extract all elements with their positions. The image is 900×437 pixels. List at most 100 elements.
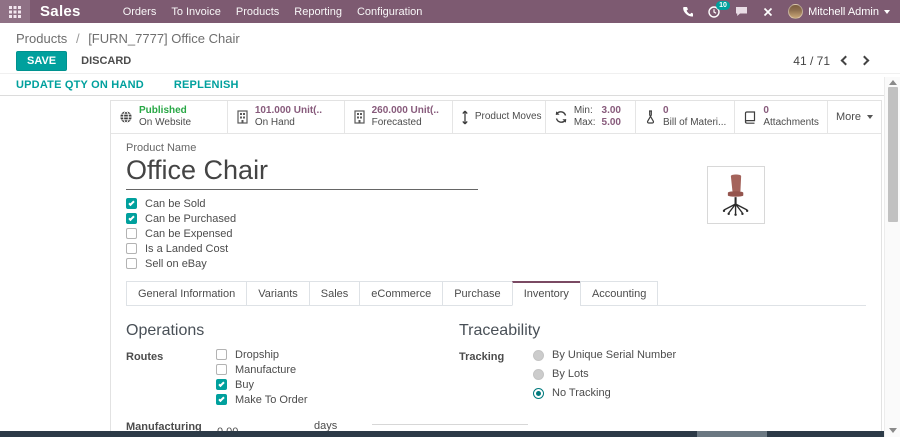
published-status: Published (139, 104, 187, 116)
inventory-tab-content: Operations Routes Dropship Manufacture B… (126, 306, 866, 437)
tracking-label: Tracking (459, 351, 505, 364)
book-icon (743, 110, 757, 124)
stat-button-product-moves[interactable]: Product Moves (453, 101, 546, 133)
globe-icon (119, 110, 133, 124)
apps-menu-button[interactable] (0, 0, 30, 23)
route-buy[interactable]: Buy (216, 379, 308, 391)
menu-to-invoice[interactable]: To Invoice (171, 6, 221, 18)
stat-button-website[interactable]: Published On Website (111, 101, 228, 133)
tab-accounting[interactable]: Accounting (579, 281, 659, 307)
messages-button[interactable] (735, 6, 748, 17)
product-image[interactable] (707, 166, 765, 224)
scroll-up-arrow[interactable] (889, 80, 897, 85)
radio-label: No Tracking (552, 387, 611, 400)
stat-button-forecasted[interactable]: 260.000 Unit(.. Forecasted (345, 101, 453, 133)
checkbox-can-be-expensed[interactable]: Can be Expensed (126, 228, 866, 240)
min-value: 3.00 (601, 104, 621, 116)
radio-icon (533, 368, 544, 380)
menu-orders[interactable]: Orders (123, 6, 157, 18)
checkbox-icon (126, 258, 137, 270)
flask-icon (644, 110, 657, 124)
checkbox-label: Sell on eBay (145, 257, 207, 270)
main-menu: Orders To Invoice Products Reporting Con… (123, 6, 423, 18)
horizontal-scrollbar-thumb[interactable] (697, 431, 767, 437)
systray: 10 Mitchell Admin (682, 0, 900, 19)
radio-by-unique-serial-number[interactable]: By Unique Serial Number (533, 349, 676, 361)
radio-no-tracking[interactable]: No Tracking (533, 387, 676, 399)
chevron-down-icon (884, 9, 890, 14)
replenish-button[interactable]: REPLENISH (174, 79, 239, 91)
refresh-icon (554, 110, 568, 124)
arrows-vertical-icon (461, 110, 469, 125)
max-value: 5.00 (601, 117, 621, 128)
checkbox-icon (216, 364, 227, 376)
product-name-input[interactable]: Office Chair (126, 155, 478, 191)
radio-by-lots[interactable]: By Lots (533, 368, 676, 380)
scroll-down-arrow[interactable] (889, 428, 897, 433)
route-manufacture[interactable]: Manufacture (216, 363, 308, 376)
stat-button-on-hand[interactable]: 101.000 Unit(.. On Hand (228, 101, 345, 133)
checkbox-sell-on-ebay[interactable]: Sell on eBay (126, 257, 866, 270)
route-label: Manufacture (235, 363, 297, 376)
route-dropship[interactable]: Dropship (216, 349, 308, 361)
menu-reporting[interactable]: Reporting (294, 6, 342, 18)
forecasted-label: Forecasted (371, 117, 422, 128)
stat-button-bill-of-materials[interactable]: 0 Bill of Materi... (636, 101, 736, 133)
route-label: Make To Order (235, 393, 308, 406)
vertical-scrollbar[interactable] (884, 77, 900, 437)
save-button[interactable]: SAVE (16, 50, 68, 71)
breadcrumb-current: [FURN_7777] Office Chair (88, 31, 240, 46)
breadcrumb-products-link[interactable]: Products (16, 31, 67, 46)
checkbox-icon (216, 379, 227, 391)
bom-count: 0 (662, 104, 669, 116)
more-label: More (835, 111, 861, 123)
x-mark-icon (763, 7, 773, 17)
stat-button-reordering-rules[interactable]: Min: 3.00 Max: 5.00 (546, 101, 636, 133)
on-website-label: On Website (139, 117, 192, 128)
radio-icon (533, 387, 544, 399)
user-menu[interactable]: Mitchell Admin (788, 4, 890, 19)
tools-close-button[interactable] (763, 7, 773, 17)
route-make-to-order[interactable]: Make To Order (216, 393, 308, 406)
attachments-label: Attachments (763, 117, 819, 128)
update-qty-on-hand-button[interactable]: UPDATE QTY ON HAND (16, 79, 144, 91)
building-icon (353, 110, 366, 124)
menu-products[interactable]: Products (236, 6, 279, 18)
tab-general-information[interactable]: General Information (126, 281, 248, 307)
activities-button[interactable]: 10 (708, 0, 730, 18)
notebook-tabs: General Information Variants Sales eComm… (126, 281, 866, 307)
stat-button-attachments[interactable]: 0 Attachments (735, 101, 828, 133)
app-title[interactable]: Sales (40, 3, 81, 20)
operations-title: Operations (126, 322, 205, 340)
tab-inventory[interactable]: Inventory (511, 281, 581, 307)
on-hand-label: On Hand (254, 117, 295, 128)
min-label: Min: (573, 104, 593, 116)
vertical-scrollbar-thumb[interactable] (888, 87, 898, 222)
checkbox-is-landed-cost[interactable]: Is a Landed Cost (126, 242, 866, 255)
pager-previous-button[interactable] (840, 55, 851, 66)
tab-purchase[interactable]: Purchase (442, 281, 513, 307)
more-dropdown-button[interactable]: More (828, 101, 881, 133)
checkbox-label: Can be Sold (145, 197, 206, 210)
control-panel-buttons: SAVE DISCARD 41 / 71 (0, 48, 884, 73)
tab-ecommerce[interactable]: eCommerce (359, 281, 444, 307)
tab-sales[interactable]: Sales (308, 281, 361, 307)
stat-button-row: Published On Website 101.000 Unit(.. On … (111, 101, 881, 134)
menu-configuration[interactable]: Configuration (357, 6, 422, 18)
building-icon (236, 110, 249, 124)
discard-button[interactable]: DISCARD (81, 55, 131, 67)
product-moves-label: Product Moves (474, 110, 542, 122)
tab-variants[interactable]: Variants (246, 281, 310, 307)
apps-grid-icon (9, 5, 21, 18)
record-pager: 41 / 71 (793, 54, 870, 68)
checkbox-icon (126, 213, 137, 225)
checkbox-label: Is a Landed Cost (145, 242, 229, 255)
checkbox-icon (126, 228, 137, 240)
traceability-title: Traceability (459, 322, 541, 340)
pager-next-button[interactable] (859, 55, 870, 66)
user-avatar (788, 4, 804, 19)
activity-count-badge: 10 (716, 0, 730, 11)
checkbox-label: Can be Purchased (145, 212, 237, 225)
horizontal-scrollbar[interactable] (0, 431, 884, 437)
voip-phone-button[interactable] (682, 6, 694, 17)
